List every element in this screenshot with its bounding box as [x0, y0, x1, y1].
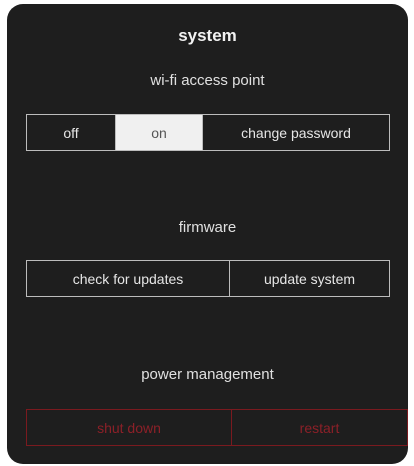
check-for-updates-button[interactable]: check for updates	[27, 261, 229, 296]
power-section-label: power management	[141, 366, 274, 383]
change-password-button[interactable]: change password	[202, 115, 389, 150]
firmware-button-group: check for updates update system	[26, 260, 390, 297]
wifi-section-label: wi-fi access point	[150, 72, 265, 89]
restart-button[interactable]: restart	[231, 410, 407, 445]
wifi-mode-segmented-control: off on change password	[26, 114, 390, 151]
power-button-group: shut down restart	[26, 409, 408, 446]
system-panel: system wi-fi access point off on change …	[7, 4, 408, 464]
panel-title: system	[178, 26, 237, 45]
wifi-on-option[interactable]: on	[115, 115, 202, 150]
update-system-button[interactable]: update system	[229, 261, 389, 296]
wifi-off-option[interactable]: off	[27, 115, 115, 150]
shut-down-button[interactable]: shut down	[27, 410, 231, 445]
firmware-section-label: firmware	[178, 219, 237, 236]
